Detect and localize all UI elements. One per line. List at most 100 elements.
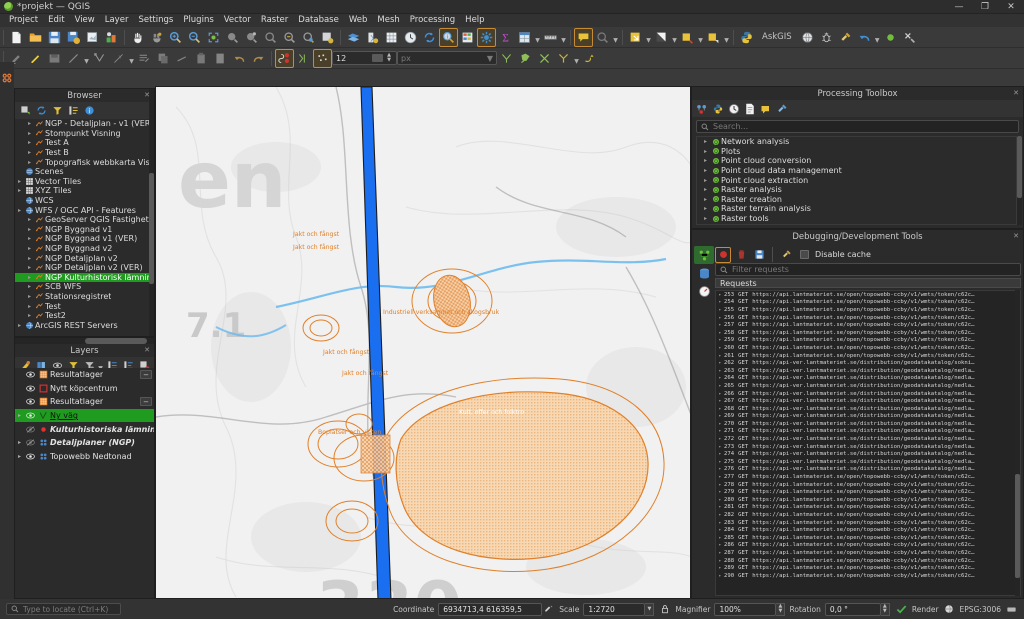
new-project-button[interactable] <box>7 28 26 47</box>
requests-column-header[interactable]: Requests <box>715 278 1021 288</box>
identify-features-button[interactable]: i <box>439 27 458 47</box>
request-row[interactable]: ▸ 282 GET https://api.lantmateriet.se/open/… <box>716 511 1020 519</box>
expand-chevron-icon[interactable]: ▸ <box>25 235 34 242</box>
options-icon[interactable] <box>774 101 790 117</box>
paste-features-button[interactable] <box>192 49 211 68</box>
request-row[interactable]: ▸ 255 GET https://api.lantmateriet.se/open/… <box>716 306 1020 314</box>
save-layer-edits-button[interactable] <box>45 49 64 68</box>
chevron-down-icon[interactable]: ▼ <box>874 28 881 47</box>
expand-chevron-icon[interactable]: ▸ <box>701 157 710 164</box>
browser-item[interactable]: ▸ WFS / OGC API - Features <box>15 205 154 215</box>
request-row[interactable]: ▸ 258 GET https://api.lantmateriet.se/open/… <box>716 329 1020 337</box>
topological-editing-button[interactable] <box>497 49 516 68</box>
layer-row[interactable]: ▸ Ny väg <box>15 408 154 423</box>
requests-list[interactable]: ▸ 253 GET https://api.lantmateriet.se/open/… <box>715 290 1021 596</box>
chevron-down-icon[interactable]: ▼ <box>645 28 652 47</box>
magnifier-stepper-icon[interactable]: ▲ ▼ <box>776 602 786 616</box>
text-annotation-button[interactable] <box>678 28 697 47</box>
expand-chevron-icon[interactable]: ▸ <box>716 353 724 359</box>
stepper-arrows-icon[interactable]: ▲ ▼ <box>385 53 393 63</box>
minimize-button[interactable]: — <box>946 0 972 14</box>
layer-visibility-toggle[interactable] <box>24 453 37 460</box>
request-row[interactable]: ▸ 287 GET https://api.lantmateriet.se/open/… <box>716 549 1020 557</box>
expand-chevron-icon[interactable]: ▸ <box>716 421 724 427</box>
processing-group-row[interactable]: ▸ Q Plots <box>697 147 1016 157</box>
layer-visibility-toggle[interactable] <box>24 371 37 378</box>
query-logger-tab[interactable] <box>694 264 714 282</box>
zoom-to-selection-button[interactable] <box>223 28 242 47</box>
chevron-down-icon[interactable]: ▼ <box>560 28 567 47</box>
expand-chevron-icon[interactable]: ▸ <box>701 148 710 155</box>
expand-chevron-icon[interactable]: ▸ <box>716 444 724 450</box>
chevron-down-icon[interactable]: ▼ <box>487 54 493 63</box>
processing-scrollbar-thumb[interactable] <box>1017 136 1022 199</box>
profiler-tab[interactable] <box>694 282 714 300</box>
expand-chevron-icon[interactable]: ▸ <box>716 307 724 313</box>
menu-settings[interactable]: Settings <box>133 14 178 27</box>
expand-chevron-icon[interactable]: ▸ <box>701 167 710 174</box>
coordinate-field[interactable]: 6934713,4 616359,5 <box>438 602 543 616</box>
expand-chevron-icon[interactable]: ▸ <box>716 535 724 541</box>
copy-features-button[interactable] <box>154 49 173 68</box>
chevron-down-icon[interactable]: ▼ <box>534 28 541 47</box>
browser-item[interactable]: ▸ NGP Detaljplan v2 (VER) <box>15 263 154 273</box>
zoom-out-button[interactable] <box>185 28 204 47</box>
clear-icon[interactable] <box>372 54 383 62</box>
expand-chevron-icon[interactable]: ▸ <box>25 303 34 310</box>
expand-chevron-icon[interactable]: ▸ <box>716 451 724 457</box>
show-layout-manager-button[interactable] <box>515 28 534 47</box>
expand-chevron-icon[interactable]: ▸ <box>716 299 724 305</box>
requests-scrollbar-thumb[interactable] <box>1015 473 1020 578</box>
close-icon[interactable]: ✕ <box>1012 232 1020 240</box>
browser-item[interactable]: ▸ Stompunkt Visning <box>15 129 154 139</box>
browser-item[interactable]: ▸ GeoServer QGIS Fastigheter <box>15 215 154 225</box>
browser-item[interactable]: ▸ NGP - Detaljplan - v1 (VER) <box>15 119 154 129</box>
layer-visibility-toggle[interactable] <box>24 412 37 419</box>
scripts-icon[interactable] <box>710 101 726 117</box>
processing-search-input[interactable]: Search... <box>696 120 1019 133</box>
expand-chevron-icon[interactable]: ▸ <box>716 550 724 556</box>
request-row[interactable]: ▸ 264 GET https://api-ver.lantmateriet.se/d… <box>716 375 1020 383</box>
browser-item[interactable]: Scenes <box>15 167 154 177</box>
snapping-vertex-type-button[interactable] <box>313 48 332 68</box>
request-row[interactable]: ▸ 260 GET https://api.lantmateriet.se/open/… <box>716 344 1020 352</box>
request-row[interactable]: ▸ 274 GET https://api-ver.lantmateriet.se/d… <box>716 450 1020 458</box>
expand-chevron-icon[interactable]: ▸ <box>716 322 724 328</box>
new-print-layout-button[interactable] <box>83 28 102 47</box>
layer-filter-badge[interactable]: − <box>140 397 152 407</box>
magnifier-field[interactable]: 100% <box>714 602 777 616</box>
results-icon[interactable] <box>742 101 758 117</box>
browser-item[interactable]: ▸ Stationsregistret <box>15 292 154 302</box>
request-row[interactable]: ▸ 261 GET https://api.lantmateriet.se/open/… <box>716 352 1020 360</box>
zoom-full-button[interactable] <box>204 28 223 47</box>
request-row[interactable]: ▸ 259 GET https://api.lantmateriet.se/open/… <box>716 337 1020 345</box>
request-row[interactable]: ▸ 266 GET https://api-ver.lantmateriet.se/d… <box>716 390 1020 398</box>
crs-globe-icon[interactable] <box>943 603 956 616</box>
save-icon[interactable] <box>751 247 767 263</box>
browser-item[interactable]: ▸ NGP Byggnad v2 <box>15 244 154 254</box>
trace-button[interactable] <box>580 49 599 68</box>
browser-item[interactable]: ▸ NGP Detaljplan v2 <box>15 253 154 263</box>
expand-chevron-icon[interactable]: ▸ <box>716 474 724 480</box>
expand-chevron-icon[interactable]: ▸ <box>701 186 710 193</box>
debug-filter-input[interactable]: Filter requests <box>715 263 1021 276</box>
processing-group-row[interactable]: ▸ Q Point cloud conversion <box>697 156 1016 166</box>
menu-edit[interactable]: Edit <box>43 14 69 27</box>
maximize-button[interactable]: ❐ <box>972 0 998 14</box>
browser-tree[interactable]: ▸ NGP - Detaljplan - v1 (VER) ▸ Stompunkt V… <box>15 119 154 336</box>
menu-layer[interactable]: Layer <box>100 14 134 27</box>
request-row[interactable]: ▸ 285 GET https://api.lantmateriet.se/open/… <box>716 534 1020 542</box>
browser-scrollbar-thumb[interactable] <box>149 172 154 285</box>
expand-chevron-icon[interactable]: ▸ <box>716 482 724 488</box>
add-vector-layer-button[interactable] <box>363 28 382 47</box>
browser-scrollbar[interactable] <box>149 89 154 336</box>
refresh-button[interactable] <box>420 28 439 47</box>
disable-cache-checkbox[interactable] <box>800 250 809 259</box>
chevron-down-icon[interactable]: ▼ <box>723 28 730 47</box>
expand-chevron-icon[interactable]: ▸ <box>25 255 34 262</box>
snapping-options-button[interactable] <box>294 49 313 68</box>
zoom-to-layer-button[interactable] <box>242 28 261 47</box>
pan-to-selection-button[interactable] <box>147 28 166 47</box>
expand-chevron-icon[interactable]: ▸ <box>25 130 34 137</box>
pan-map-button[interactable] <box>128 28 147 47</box>
